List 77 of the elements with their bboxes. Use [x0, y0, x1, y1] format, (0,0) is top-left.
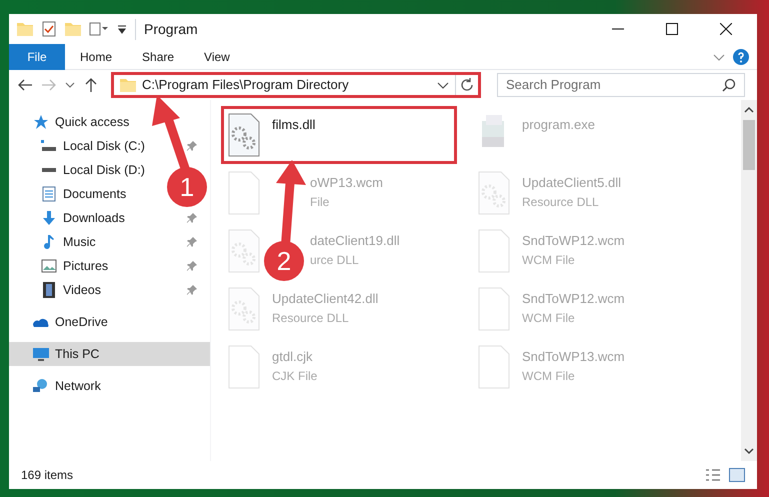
nav-item[interactable]: Quick access — [9, 110, 210, 134]
file-icon — [228, 345, 260, 389]
folder-icon — [17, 22, 33, 36]
new-folder-icon — [65, 22, 81, 36]
address-bar[interactable]: C:\Program Files\Program Directory — [111, 72, 481, 98]
drive-icon — [41, 138, 57, 154]
up-arrow-icon[interactable] — [83, 77, 99, 93]
chevron-down-icon[interactable] — [65, 80, 75, 90]
nav-label[interactable]: Music — [63, 232, 96, 252]
scrollbar[interactable] — [741, 100, 757, 461]
nav-label: Quick access — [55, 114, 130, 131]
file-type: WCM File — [522, 252, 576, 268]
settings-file-icon — [228, 229, 260, 273]
nav-item[interactable]: OneDrive — [9, 310, 210, 334]
back-arrow-icon[interactable] — [17, 77, 33, 93]
pin-icon[interactable] — [186, 212, 198, 224]
computer-icon — [33, 346, 49, 362]
pin-icon[interactable] — [186, 236, 198, 248]
nav-label: OneDrive — [55, 314, 108, 331]
file-type: Resource DLL — [272, 310, 350, 326]
nav-label[interactable]: Local Disk (C:) — [63, 136, 145, 156]
star-icon — [33, 114, 49, 130]
settings-file-icon — [228, 113, 260, 157]
window-title: Program — [135, 18, 198, 40]
close-icon — [720, 23, 732, 35]
properties-icon[interactable] — [89, 21, 109, 37]
film-icon — [41, 282, 57, 298]
folder-icon — [120, 78, 136, 92]
nav-label[interactable]: Videos — [63, 280, 101, 300]
download-icon — [41, 210, 57, 226]
refresh-icon[interactable] — [460, 78, 474, 92]
file-icon — [228, 171, 260, 215]
nav-label: Network — [55, 378, 101, 395]
file-icon — [478, 229, 510, 273]
scroll-thumb[interactable] — [743, 120, 755, 170]
nav-label[interactable]: Downloads — [63, 208, 125, 228]
pin-icon[interactable] — [186, 140, 198, 152]
nav-item[interactable]: Network — [9, 374, 210, 398]
nav-label[interactable]: Local Disk (D:) — [63, 160, 145, 180]
pin-icon[interactable] — [186, 260, 198, 272]
checklist-icon[interactable] — [41, 21, 57, 37]
search-input[interactable]: Search Program — [506, 75, 722, 95]
file-type: Resource DLL — [522, 194, 600, 210]
pin-icon[interactable] — [186, 284, 198, 296]
nav-item[interactable]: This PC — [9, 342, 210, 366]
nav-label[interactable]: Documents — [63, 184, 126, 204]
file-menu-button[interactable]: File — [9, 44, 65, 70]
music-note-icon — [41, 234, 57, 250]
details-view-icon[interactable] — [705, 468, 721, 482]
ribbon-tab[interactable]: Home — [65, 44, 128, 70]
help-icon[interactable] — [733, 48, 749, 64]
nav-label[interactable]: Pictures — [63, 256, 108, 276]
file-type: CJK File — [272, 368, 318, 384]
ribbon-tab[interactable]: View — [189, 44, 245, 70]
item-count: 169 items — [21, 467, 74, 484]
search-field[interactable]: Search Program — [497, 73, 745, 97]
network-icon — [33, 378, 49, 394]
drive-icon — [42, 168, 56, 172]
file-icon — [478, 287, 510, 331]
file-icon — [478, 345, 510, 389]
maximize-icon — [666, 23, 678, 35]
address-path: C:\Program Files\Program Directory — [142, 76, 350, 94]
ribbon-tab[interactable]: Share — [127, 44, 190, 70]
document-icon — [41, 186, 57, 202]
minimize-icon — [612, 27, 624, 31]
file-type: WCM File — [522, 368, 576, 384]
nav-label: This PC — [55, 346, 100, 363]
dropdown-icon[interactable] — [117, 23, 127, 35]
file-name[interactable]: films.dll — [272, 115, 316, 134]
file-type: File — [310, 194, 330, 210]
search-icon — [722, 78, 736, 92]
settings-file-icon — [228, 287, 260, 331]
settings-file-icon — [478, 171, 510, 215]
file-type: urce DLL — [310, 252, 360, 268]
file-type: WCM File — [522, 310, 576, 326]
large-icons-view-icon[interactable] — [729, 468, 745, 482]
picture-icon — [41, 258, 57, 274]
